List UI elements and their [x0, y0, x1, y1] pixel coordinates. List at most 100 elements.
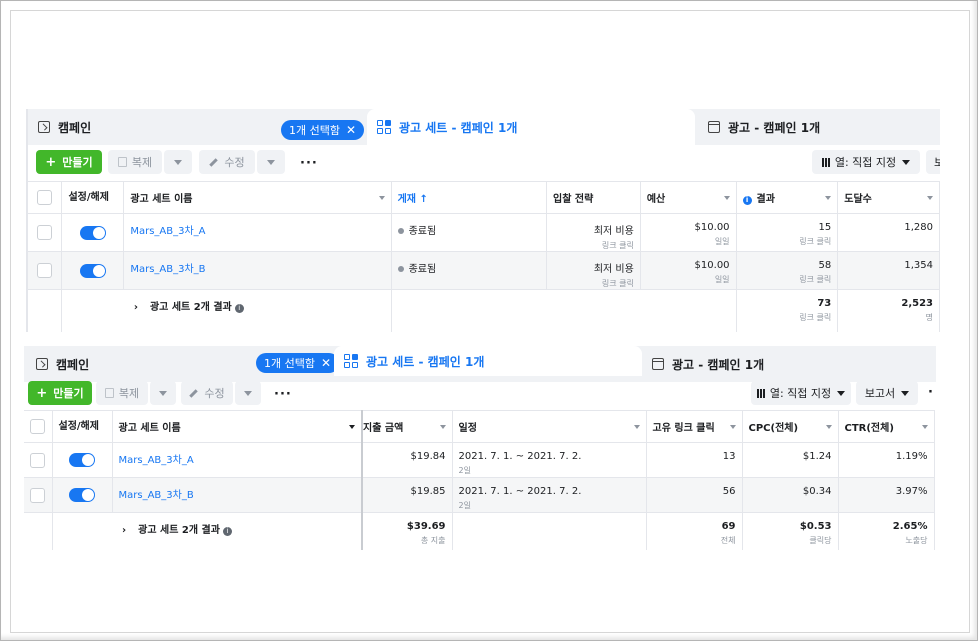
tab-ads-label: 광고 - 캠페인 1개	[728, 120, 821, 135]
select-all-checkbox[interactable]	[37, 190, 53, 205]
summary-empty-cell	[452, 512, 647, 550]
header-spent-label: 지출 금액	[363, 423, 404, 434]
budget-value: $10.00	[694, 260, 730, 271]
tab-adsets[interactable]: 광고 세트 - 캠페인 1개	[334, 346, 642, 376]
adset-table: 설정/해제 광고 세트 이름 지출 금액 일정 고유 링크 클릭 CPC(전체)…	[24, 410, 935, 550]
results-value: 58	[818, 260, 832, 271]
pencil-icon	[209, 157, 219, 167]
select-all-checkbox[interactable]	[30, 419, 46, 434]
edit-button[interactable]: 수정	[181, 381, 233, 405]
header-onoff[interactable]: 설정/해제	[52, 410, 113, 443]
edit-dropdown[interactable]	[235, 381, 261, 405]
reports-dropdown[interactable]: 보	[926, 150, 940, 174]
header-bid-strategy[interactable]: 입찰 전략	[546, 181, 641, 214]
row-checkbox[interactable]	[30, 487, 46, 503]
reports-dropdown[interactable]: 보고서	[856, 381, 918, 405]
table-row[interactable]: Mars_AB_3차_A 종료됨 최저 비용 링크 클릭 $10.00 일일 15 링…	[28, 213, 940, 252]
chevron-right-icon[interactable]: ›	[134, 302, 138, 313]
info-icon[interactable]: i	[234, 304, 244, 313]
spent-cell: $19.85	[362, 477, 453, 513]
duplicate-button[interactable]: 복제	[108, 150, 162, 174]
selected-count-pill[interactable]: 1개 선택함 ✕	[281, 120, 365, 140]
summary-cpc-cell: $0.53 클릭당	[742, 512, 839, 550]
info-icon[interactable]: i	[222, 527, 232, 536]
adset-name-link[interactable]: Mars_AB_3차_B	[119, 490, 194, 501]
edit-button[interactable]: 수정	[199, 150, 255, 174]
toggle-switch[interactable]	[69, 453, 95, 467]
header-cpc[interactable]: CPC(전체)	[742, 410, 839, 443]
adset-name-cell: Mars_AB_3차_A	[112, 442, 363, 478]
reach-cell: 1,354	[837, 251, 940, 290]
columns-dropdown[interactable]: 열: 직접 지정	[812, 150, 920, 174]
close-icon[interactable]: ✕	[321, 356, 331, 370]
adset-name-link[interactable]: Mars_AB_3차_A	[119, 455, 194, 466]
toggle-switch[interactable]	[79, 263, 106, 278]
row-checkbox[interactable]	[37, 225, 53, 240]
header-name[interactable]: 광고 세트 이름	[112, 410, 363, 443]
columns-icon	[821, 157, 830, 167]
row-checkbox[interactable]	[37, 263, 53, 278]
header-schedule[interactable]: 일정	[452, 410, 647, 443]
columns-dropdown[interactable]: 열: 직접 지정	[751, 381, 851, 405]
reach-value: 1,354	[904, 260, 933, 271]
table-row[interactable]: Mars_AB_3차_A $19.84 2021. 7. 1. ~ 2021. …	[24, 442, 935, 478]
header-results[interactable]: i 결과	[736, 181, 839, 214]
row-toggle-cell	[61, 213, 125, 252]
level-tabs: 캠페인 1개 선택함 ✕ 광고 세트 - 캠페인 1개 광고 - 캠페인 1개	[28, 109, 940, 145]
chevron-right-icon[interactable]: ›	[122, 525, 126, 536]
create-button[interactable]: + 만들기	[36, 150, 102, 174]
row-toggle-cell	[52, 442, 113, 478]
toggle-switch[interactable]	[79, 225, 106, 240]
header-name-label: 광고 세트 이름	[130, 194, 193, 205]
schedule-value: 2021. 7. 1. ~ 2021. 7. 2.	[458, 486, 582, 497]
budget-cell[interactable]: $10.00 일일	[640, 251, 737, 290]
header-name-label: 광고 세트 이름	[118, 423, 181, 434]
more-options-right[interactable]: ·	[928, 385, 934, 400]
adset-name-cell: Mars_AB_3차_B	[112, 477, 363, 513]
caret-down-icon	[244, 390, 252, 396]
cpc-cell: $0.34	[742, 477, 839, 513]
header-delivery[interactable]: 게재 ↑	[391, 181, 548, 214]
row-select-cell	[28, 213, 63, 252]
header-unique-clicks[interactable]: 고유 링크 클릭	[646, 410, 743, 443]
close-icon[interactable]: ✕	[346, 123, 356, 137]
results-sub: 링크 클릭	[799, 237, 832, 246]
ads-manager-panel-top: 캠페인 1개 선택함 ✕ 광고 세트 - 캠페인 1개 광고 - 캠페인 1개 …	[26, 109, 940, 332]
adset-name-link[interactable]: Mars_AB_3차_A	[130, 226, 205, 237]
info-icon[interactable]: i	[742, 196, 752, 205]
results-cell: 58 링크 클릭	[736, 251, 839, 290]
budget-cell[interactable]: $10.00 일일	[640, 213, 737, 252]
header-ctr[interactable]: CTR(전체)	[838, 410, 935, 443]
reach-value: 1,280	[904, 222, 933, 233]
create-label: 만들기	[62, 156, 93, 169]
summary-spent-cell: $39.69 총 지출	[362, 512, 453, 550]
table-row[interactable]: Mars_AB_3차_B 종료됨 최저 비용 링크 클릭 $10.00 일일 58 링…	[28, 251, 940, 290]
summary-unique-clicks-sub: 전체	[720, 536, 736, 545]
duplicate-dropdown[interactable]	[150, 381, 176, 405]
duplicate-dropdown[interactable]	[164, 150, 192, 174]
edit-dropdown[interactable]	[257, 150, 285, 174]
more-options[interactable]: ···	[274, 387, 292, 402]
adset-grid-icon	[377, 120, 391, 134]
summary-spent-value: $39.69	[406, 521, 446, 532]
header-onoff[interactable]: 설정/해제	[61, 181, 125, 214]
adset-name-link[interactable]: Mars_AB_3차_B	[130, 264, 205, 275]
header-reach[interactable]: 도달수	[837, 181, 940, 214]
row-checkbox[interactable]	[30, 452, 46, 468]
duplicate-label: 복제	[131, 156, 153, 169]
create-button[interactable]: + 만들기	[28, 381, 92, 405]
more-options[interactable]: ···	[300, 156, 318, 171]
ctr-value: 3.97%	[895, 486, 928, 497]
tab-ads[interactable]: 광고 - 캠페인 1개	[708, 109, 940, 145]
bid-value: 최저 비용	[593, 264, 634, 275]
toggle-switch[interactable]	[69, 488, 95, 502]
selected-count-pill[interactable]: 1개 선택함 ✕	[256, 353, 340, 373]
header-name[interactable]: 광고 세트 이름	[123, 181, 392, 214]
table-row[interactable]: Mars_AB_3차_B $19.85 2021. 7. 1. ~ 2021. …	[24, 477, 935, 513]
header-budget[interactable]: 예산	[640, 181, 737, 214]
summary-unique-clicks-value: 69	[721, 521, 736, 532]
duplicate-button[interactable]: 복제	[96, 381, 148, 405]
ad-page-icon	[652, 358, 664, 370]
header-spent[interactable]: 지출 금액	[362, 410, 453, 443]
tab-adsets[interactable]: 광고 세트 - 캠페인 1개	[367, 109, 695, 145]
